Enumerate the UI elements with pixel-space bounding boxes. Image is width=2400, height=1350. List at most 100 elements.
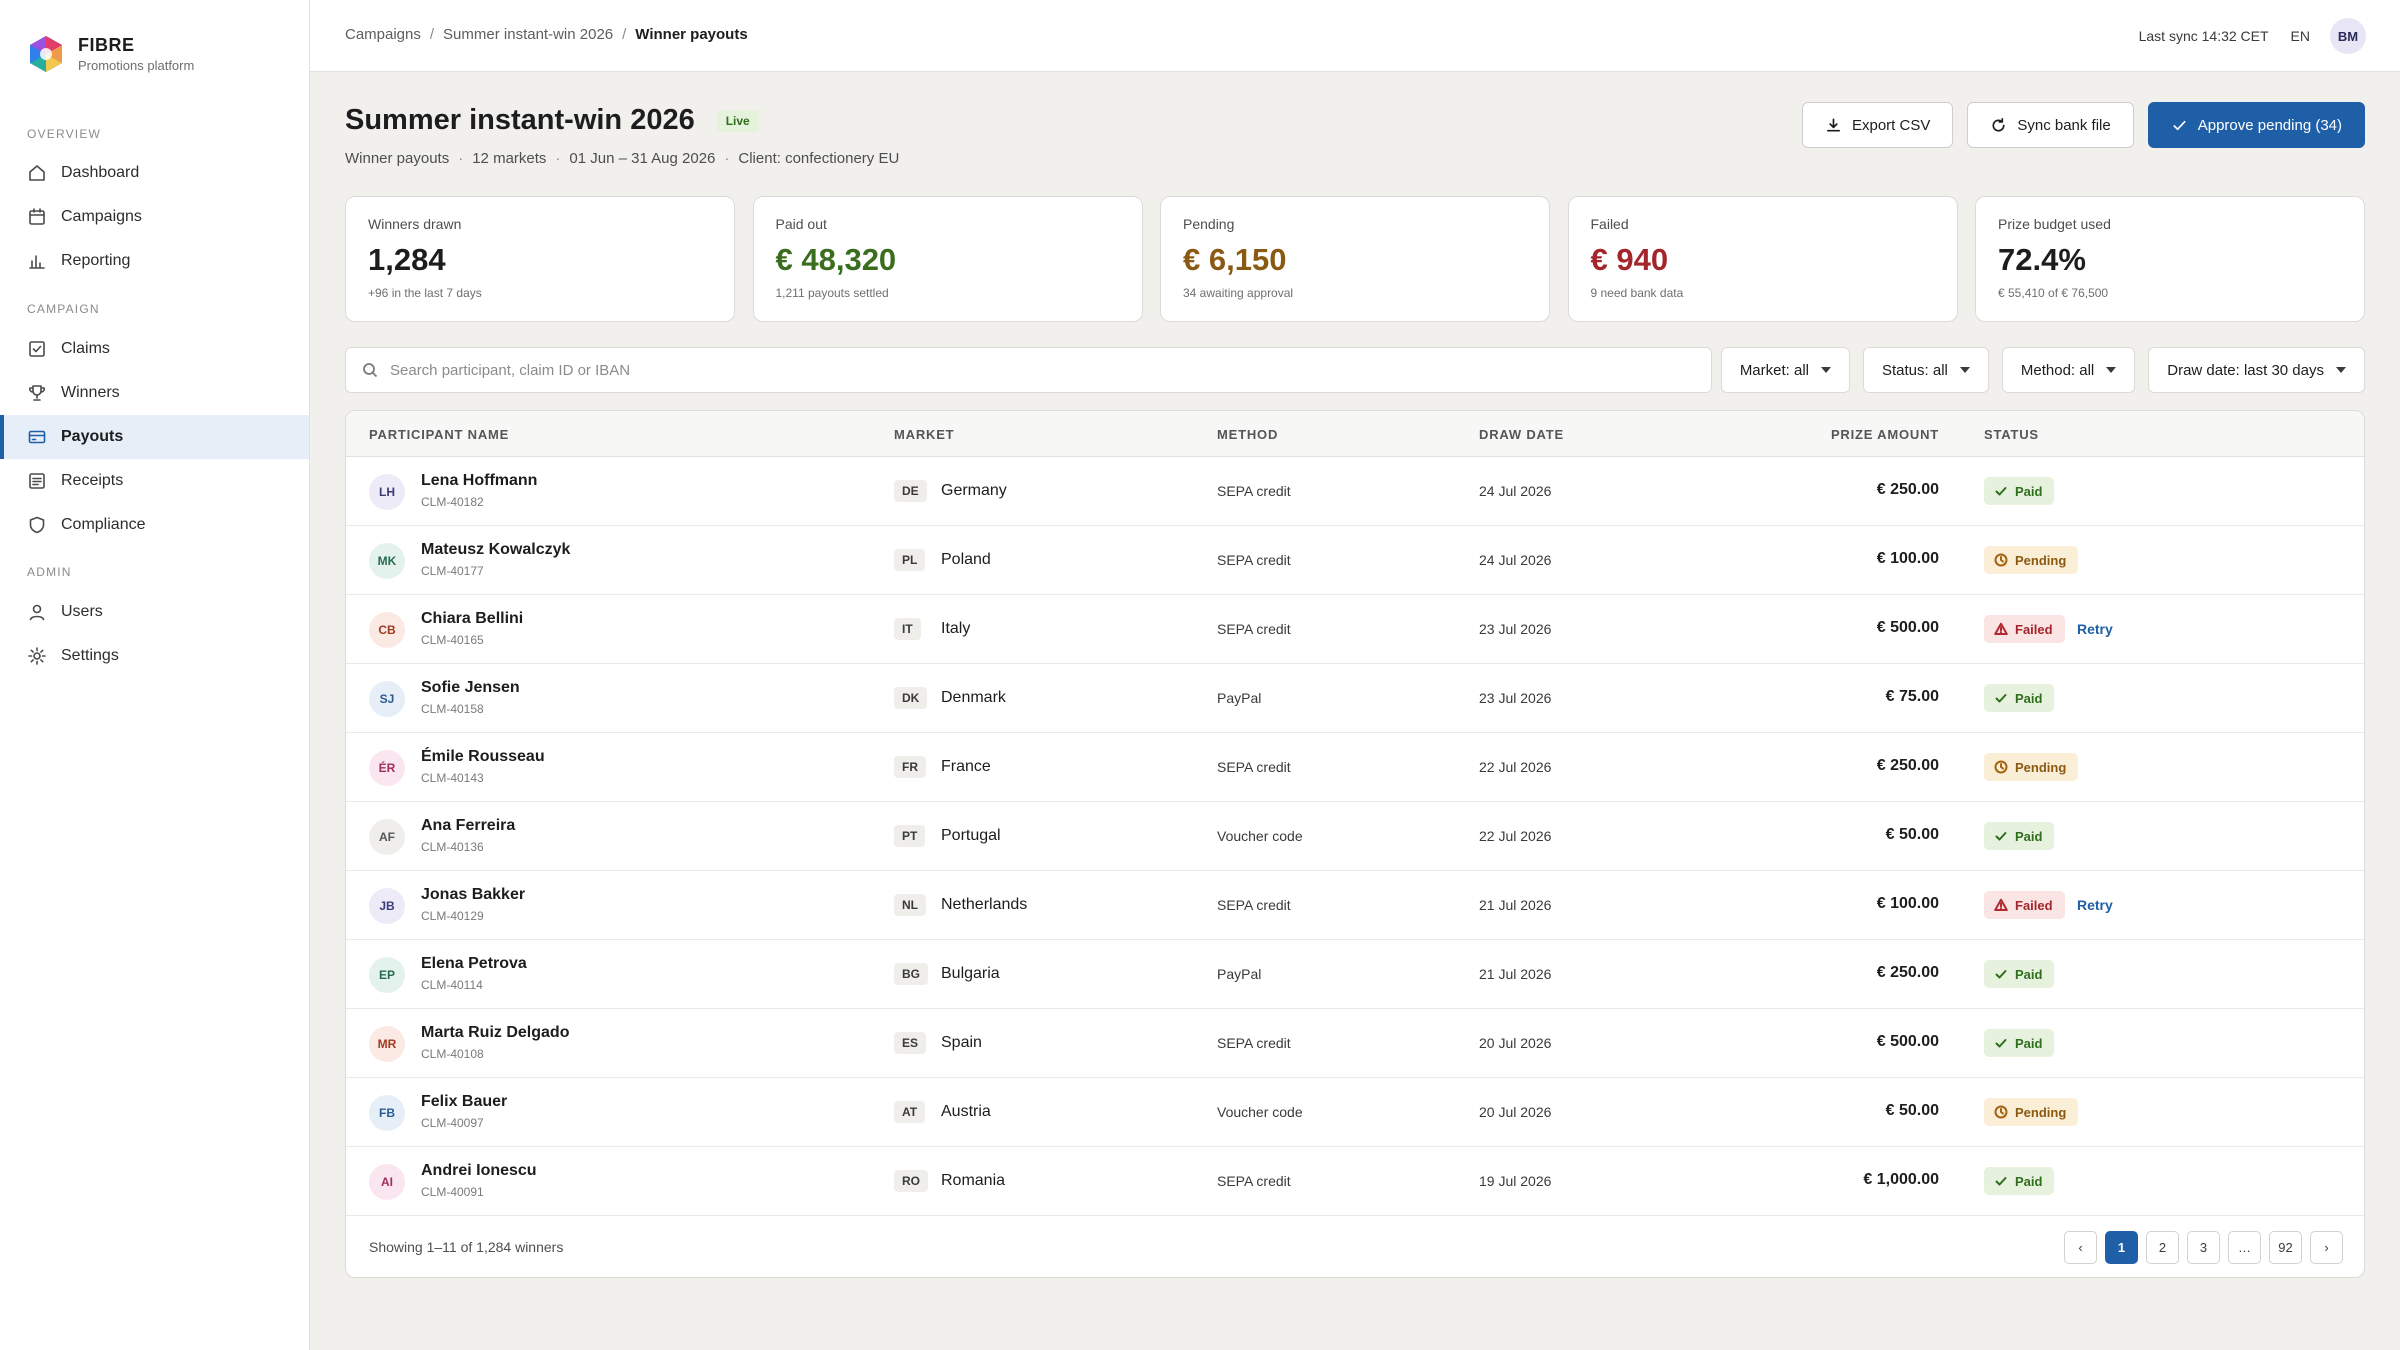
- draw-date-filter[interactable]: Draw date: last 30 days: [2148, 347, 2365, 393]
- user-avatar[interactable]: BM: [2330, 18, 2366, 54]
- table-row[interactable]: JB Jonas Bakker CLM-40129 NL Netherlands SEPA…: [346, 871, 2364, 940]
- table-row[interactable]: EP Elena Petrova CLM-40114 BG Bulgaria PayPal…: [346, 940, 2364, 1009]
- table-row[interactable]: MR Marta Ruiz Delgado CLM-40108 ES Spain SEPA…: [346, 1009, 2364, 1078]
- export-csv-button[interactable]: Export CSV: [1801, 102, 1954, 148]
- column-header-status[interactable]: STATUS: [1984, 427, 2039, 442]
- market-name: Poland: [941, 551, 991, 568]
- page-title: Summer instant-win 2026 Live: [345, 104, 759, 137]
- sidebar-item-dashboard[interactable]: Dashboard: [0, 151, 309, 195]
- market-code: NL: [894, 894, 926, 916]
- table-row[interactable]: CB Chiara Bellini CLM-40165 IT Italy SEPA cre…: [346, 595, 2364, 664]
- table-row[interactable]: AI Andrei Ionescu CLM-40091 RO Romania SEPA c…: [346, 1147, 2364, 1216]
- sidebar-item-reporting[interactable]: Reporting: [0, 239, 309, 283]
- status-label: Paid: [2015, 1035, 2043, 1051]
- status-filter[interactable]: Status: all: [1863, 347, 1989, 393]
- sidebar-item-payouts[interactable]: Payouts: [0, 415, 309, 459]
- claim-id: CLM-40114: [421, 978, 483, 992]
- market-code: DE: [894, 480, 927, 502]
- page-button[interactable]: 3: [2187, 1231, 2220, 1264]
- participant-name[interactable]: Jonas Bakker: [421, 886, 525, 904]
- status-label: Pending: [2015, 1104, 2067, 1120]
- participant-name[interactable]: Émile Rousseau: [421, 748, 545, 766]
- page-button[interactable]: 92: [2269, 1231, 2302, 1264]
- sidebar-item-compliance[interactable]: Compliance: [0, 503, 309, 547]
- status-badge: Failed: [1984, 891, 2065, 919]
- checkbox-icon: [29, 341, 45, 357]
- table-row[interactable]: AF Ana Ferreira CLM-40136 PT Portugal Voucher…: [346, 802, 2364, 871]
- previous-page-button[interactable]: ‹: [2064, 1231, 2097, 1264]
- last-sync: Last sync 14:32 CET: [2138, 28, 2269, 44]
- table-row[interactable]: FB Felix Bauer CLM-40097 AT Austria Voucher c…: [346, 1078, 2364, 1147]
- meta-markets: 12 markets: [472, 150, 547, 167]
- sidebar-item-label: Compliance: [61, 516, 146, 533]
- breadcrumb-campaign[interactable]: Summer instant-win 2026: [443, 26, 613, 43]
- kpi-label: Prize budget used: [1998, 216, 2111, 232]
- participant-name[interactable]: Chiara Bellini: [421, 610, 523, 628]
- prize-amount: € 250.00: [1876, 481, 1939, 498]
- sidebar-item-claims[interactable]: Claims: [0, 327, 309, 371]
- avatar: FB: [369, 1095, 405, 1131]
- retry-link[interactable]: Retry: [2077, 621, 2113, 637]
- market-filter[interactable]: Market: all: [1720, 347, 1850, 393]
- prize-amount: € 250.00: [1876, 757, 1939, 774]
- kpi-value: 1,284: [368, 242, 446, 277]
- participant-name[interactable]: Sofie Jensen: [421, 679, 520, 697]
- sidebar: FIBRE Promotions platform OVERVIEW Dashb…: [0, 0, 310, 1350]
- page-button[interactable]: 2: [2146, 1231, 2179, 1264]
- sidebar-item-label: Campaigns: [61, 208, 142, 225]
- method-filter[interactable]: Method: all: [2001, 347, 2136, 393]
- sidebar-item-settings[interactable]: Settings: [0, 634, 309, 678]
- home-icon: [29, 165, 45, 181]
- claim-id: CLM-40165: [421, 633, 484, 647]
- table-row[interactable]: MK Mateusz Kowalczyk CLM-40177 PL Poland SEPA…: [346, 526, 2364, 595]
- credit-card-icon: [28, 430, 46, 444]
- market-code: RO: [894, 1170, 928, 1192]
- sidebar-item-label: Claims: [61, 340, 110, 357]
- page-button[interactable]: 1: [2105, 1231, 2138, 1264]
- participant-name[interactable]: Lena Hoffmann: [421, 472, 537, 490]
- approve-pending-label: Approve pending (34): [2197, 116, 2342, 134]
- table-row[interactable]: ÉR Émile Rousseau CLM-40143 FR France SEPA cr…: [346, 733, 2364, 802]
- sidebar-item-receipts[interactable]: Receipts: [0, 459, 309, 503]
- sidebar-item-winners[interactable]: Winners: [0, 371, 309, 415]
- column-header-prize-amount[interactable]: PRIZE AMOUNT: [1831, 427, 1939, 442]
- sidebar-item-campaigns[interactable]: Campaigns: [0, 195, 309, 239]
- claim-id: CLM-40143: [421, 771, 484, 785]
- kpi-label: Winners drawn: [368, 216, 462, 232]
- meta-dates: 01 Jun – 31 Aug 2026: [569, 150, 716, 167]
- breadcrumb-current: Winner payouts: [635, 26, 748, 43]
- bar-chart-icon: [29, 255, 45, 269]
- market-name: Austria: [941, 1103, 991, 1120]
- participant-name[interactable]: Andrei Ionescu: [421, 1162, 537, 1180]
- status-label: Pending: [2015, 552, 2067, 568]
- brand-subtitle: Promotions platform: [78, 58, 195, 73]
- approve-pending-button[interactable]: Approve pending (34): [2147, 102, 2365, 148]
- column-header-method[interactable]: METHOD: [1217, 427, 1278, 442]
- sidebar-item-users[interactable]: Users: [0, 590, 309, 634]
- sidebar-item-label: Dashboard: [61, 164, 140, 181]
- column-header-market[interactable]: MARKET: [894, 427, 954, 442]
- search-input[interactable]: [390, 361, 1690, 379]
- column-header-draw-date[interactable]: DRAW DATE: [1479, 427, 1564, 442]
- sync-bank-file-button[interactable]: Sync bank file: [1967, 102, 2134, 148]
- refresh-icon: [1992, 117, 2005, 132]
- table-header: PARTICIPANT NAME MARKET METHOD DRAW DATE…: [346, 411, 2364, 457]
- participant-name[interactable]: Elena Petrova: [421, 955, 527, 973]
- breadcrumb-campaigns[interactable]: Campaigns: [345, 26, 421, 43]
- participant-name[interactable]: Ana Ferreira: [421, 817, 515, 835]
- column-header-participant[interactable]: PARTICIPANT NAME: [369, 427, 509, 442]
- retry-link[interactable]: Retry: [2077, 897, 2113, 913]
- table-row[interactable]: LH Lena Hoffmann CLM-40182 DE Germany SEPA cr…: [346, 457, 2364, 526]
- claim-id: CLM-40182: [421, 495, 484, 509]
- kpi-note: 9 need bank data: [1590, 286, 1684, 300]
- next-page-button[interactable]: ›: [2310, 1231, 2343, 1264]
- participant-name[interactable]: Mateusz Kowalczyk: [421, 541, 570, 559]
- check-icon: [1995, 694, 2007, 703]
- language-switcher[interactable]: EN: [2291, 28, 2310, 44]
- brand[interactable]: FIBRE Promotions platform: [26, 34, 194, 74]
- claim-id: CLM-40108: [421, 1047, 484, 1061]
- receipt-icon: [29, 473, 45, 489]
- participant-name[interactable]: Marta Ruiz Delgado: [421, 1024, 569, 1042]
- participant-name[interactable]: Felix Bauer: [421, 1093, 507, 1111]
- table-row[interactable]: SJ Sofie Jensen CLM-40158 DK Denmark PayPal 23…: [346, 664, 2364, 733]
